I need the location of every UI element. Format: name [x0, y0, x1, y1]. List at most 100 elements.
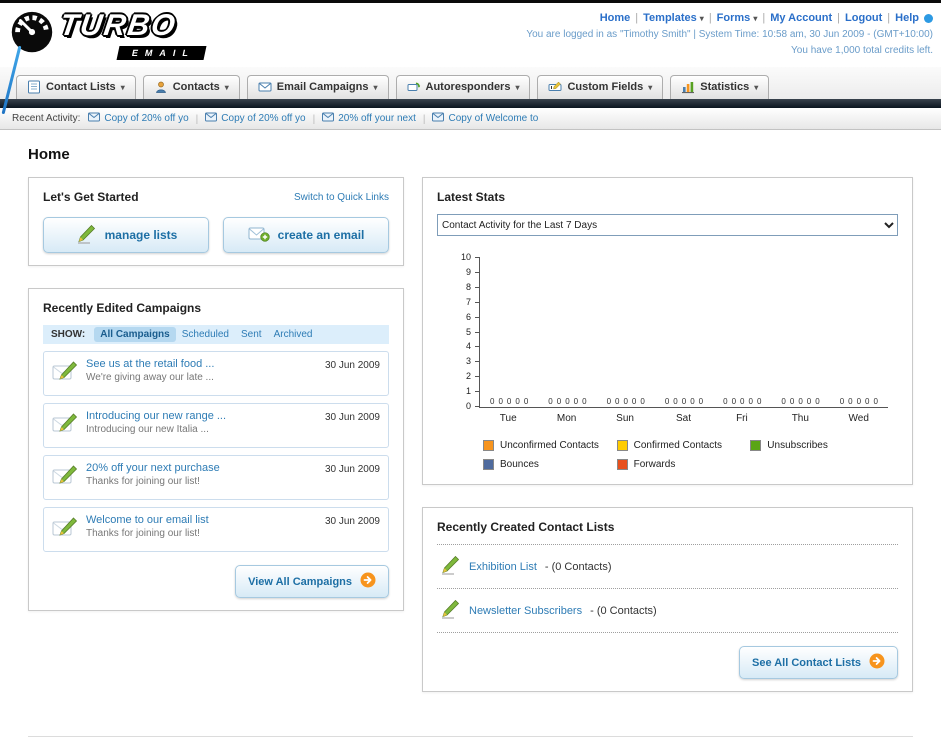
- manage-lists-button[interactable]: manage lists: [43, 217, 209, 253]
- campaign-title-link[interactable]: Welcome to our email list: [86, 514, 317, 526]
- y-tick-label: 8: [465, 281, 471, 292]
- top-link-my-account[interactable]: My Account: [770, 12, 832, 24]
- separator: |: [837, 12, 841, 24]
- y-tick-label: 6: [465, 311, 471, 322]
- chart-plot: 10 9 8 7 6 5 4 3 2 1 0 00000 0 0 0 0 0 0…: [461, 252, 888, 411]
- show-label: SHOW:: [51, 329, 86, 340]
- nav-tab-label: Contacts: [172, 81, 220, 93]
- autoresponder-icon: [407, 80, 421, 94]
- chevron-down-icon: ▾: [648, 82, 653, 92]
- header-right: Home | Templates ▾ | Forms ▾ | My Account | Logo…: [526, 7, 933, 67]
- y-tick-label: 1: [465, 386, 471, 397]
- chevron-down-icon: ▾: [754, 82, 759, 92]
- page-title: Home: [28, 146, 70, 163]
- decorative-dot: [924, 13, 933, 23]
- chart-value-labels: 00000: [839, 397, 878, 406]
- contact-list-item[interactable]: Newsletter Subscribers - (0 Contacts): [437, 589, 898, 633]
- see-all-contact-lists-button[interactable]: See All Contact Lists: [738, 646, 898, 679]
- nav-tab-statistics[interactable]: Statistics ▾: [670, 75, 770, 99]
- contact-list-name-link[interactable]: Newsletter Subscribers: [469, 605, 582, 617]
- chart-group-fri: 00000: [713, 258, 771, 407]
- campaign-subtitle: Thanks for joining our list!: [86, 528, 200, 539]
- top-link-home[interactable]: Home: [600, 12, 631, 24]
- campaign-filter-sent[interactable]: Sent: [235, 327, 268, 342]
- activity-chart: 10 9 8 7 6 5 4 3 2 1 0 00000 0 0 0 0 0 0…: [449, 252, 888, 470]
- stats-period-select[interactable]: Contact Activity for the Last 7 Days: [437, 214, 898, 236]
- nav-tab-email-campaigns[interactable]: Email Campaigns ▾: [246, 75, 389, 99]
- legend-label: Bounces: [500, 459, 539, 470]
- campaign-edit-icon: [52, 360, 78, 389]
- campaign-title-link[interactable]: See us at the retail food ...: [86, 358, 317, 370]
- chart-value-labels: 00000: [548, 397, 587, 406]
- switch-quick-links-link[interactable]: Switch to Quick Links: [294, 192, 389, 203]
- latest-stats-title: Latest Stats: [437, 190, 506, 204]
- campaign-date: 30 Jun 2009: [324, 516, 380, 527]
- pencil-icon: [439, 555, 461, 578]
- chevron-down-icon: ▾: [515, 82, 520, 92]
- left-column: Let's Get Started Switch to Quick Links …: [28, 177, 404, 633]
- recent-activity-label: Recent Activity:: [12, 113, 81, 124]
- x-tick-label: Wed: [848, 413, 869, 424]
- barchart-icon: [681, 80, 695, 94]
- recent-activity-item[interactable]: Copy of 20% off yo: [88, 112, 189, 125]
- envelope-icon: [88, 112, 101, 125]
- campaign-row[interactable]: 20% off your next purchase Thanks for jo…: [43, 455, 389, 500]
- contact-list-name-link[interactable]: Exhibition List: [469, 561, 537, 573]
- separator: |: [708, 12, 712, 24]
- chart-group-sun: 00000: [597, 258, 655, 407]
- campaign-row[interactable]: Welcome to our email list Thanks for joi…: [43, 507, 389, 552]
- separator: |: [887, 12, 891, 24]
- get-started-buttons: manage lists create an email: [43, 217, 389, 253]
- nav-tab-autoresponders[interactable]: Autoresponders ▾: [395, 75, 531, 99]
- legend-label: Unsubscribes: [767, 440, 828, 451]
- top-link-forms[interactable]: Forms ▾: [717, 12, 758, 24]
- legend-swatch: [483, 459, 494, 470]
- get-started-panel: Let's Get Started Switch to Quick Links …: [28, 177, 404, 266]
- contact-list-item[interactable]: Exhibition List - (0 Contacts): [437, 545, 898, 589]
- campaign-title-link[interactable]: 20% off your next purchase: [86, 462, 317, 474]
- campaign-date: 30 Jun 2009: [324, 412, 380, 423]
- nav-tab-label: Custom Fields: [567, 81, 644, 93]
- legend-item-bounces: Bounces: [483, 459, 617, 470]
- nav-divider-bar: [0, 99, 941, 108]
- campaign-title-link[interactable]: Introducing our new range ...: [86, 410, 317, 422]
- pencil-icon: [439, 599, 461, 622]
- recent-activity-item[interactable]: 20% off your next: [322, 112, 416, 125]
- chevron-down-icon: ▾: [224, 82, 229, 92]
- y-tick-label: 3: [465, 356, 471, 367]
- chart-value-labels: 00000: [723, 397, 762, 406]
- chart-legend: Unconfirmed Contacts Confirmed Contacts …: [483, 440, 888, 470]
- top-link-help[interactable]: Help: [895, 12, 919, 24]
- campaign-row[interactable]: See us at the retail food ... We're givi…: [43, 351, 389, 396]
- campaign-rows: See us at the retail food ... We're givi…: [43, 351, 389, 552]
- create-an-email-button[interactable]: create an email: [223, 217, 389, 253]
- arrow-circle-icon: [869, 653, 885, 672]
- nav-tab-contact-lists[interactable]: Contact Lists ▾: [16, 75, 136, 99]
- campaign-filter-all-campaigns[interactable]: All Campaigns: [94, 327, 176, 342]
- campaign-row[interactable]: Introducing our new range ... Introducin…: [43, 403, 389, 448]
- recent-activity-item[interactable]: Copy of 20% off yo: [205, 112, 306, 125]
- top-nav: Home | Templates ▾ | Forms ▾ | My Account | Logo…: [526, 10, 933, 27]
- recent-activity-bar: Recent Activity: Copy of 20% off yo | Cop…: [0, 108, 941, 130]
- nav-tab-contacts[interactable]: Contacts ▾: [142, 75, 240, 99]
- separator: |: [422, 114, 426, 125]
- contact-lists-title: Recently Created Contact Lists: [437, 520, 615, 534]
- recent-activity-item[interactable]: Copy of Welcome to: [432, 112, 538, 125]
- legend-label: Confirmed Contacts: [633, 440, 723, 451]
- campaign-filter-scheduled[interactable]: Scheduled: [176, 327, 235, 342]
- nav-tab-custom-fields[interactable]: Custom Fields ▾: [537, 75, 664, 99]
- campaign-edit-icon: [52, 516, 78, 545]
- y-tick-label: 5: [465, 326, 471, 337]
- legend-item-unconfirmed-contacts: Unconfirmed Contacts: [483, 440, 617, 451]
- columns: Let's Get Started Switch to Quick Links …: [28, 177, 913, 737]
- top-link-templates[interactable]: Templates ▾: [643, 12, 704, 24]
- legend-swatch: [750, 440, 762, 451]
- envelope-icon: [432, 112, 445, 125]
- view-all-campaigns-button[interactable]: View All Campaigns: [235, 565, 389, 598]
- y-tick-label: 2: [465, 371, 471, 382]
- envelope-icon: [258, 80, 272, 94]
- top-link-logout[interactable]: Logout: [845, 12, 882, 24]
- campaign-filter-archived[interactable]: Archived: [268, 327, 319, 342]
- envelope-icon: [322, 112, 335, 125]
- list-icon: [27, 80, 41, 94]
